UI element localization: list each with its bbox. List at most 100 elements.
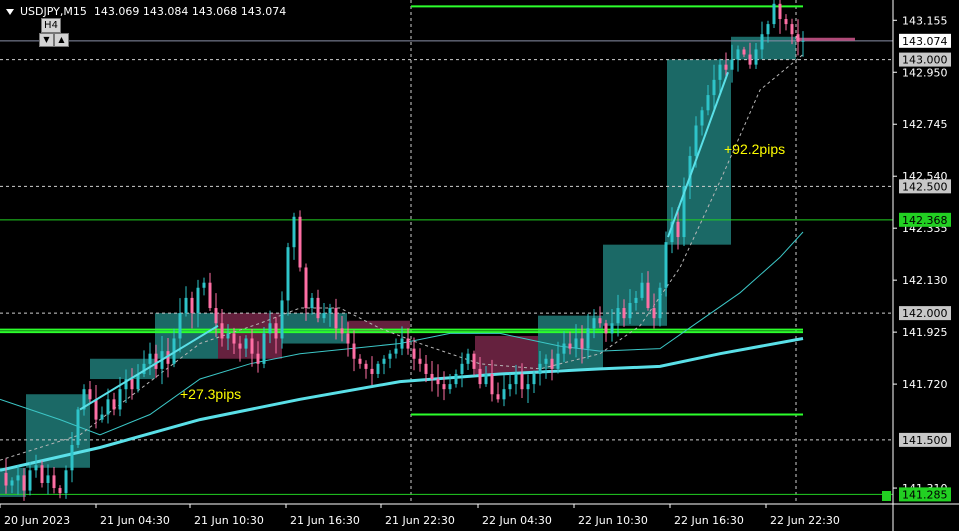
candle-body xyxy=(136,373,140,390)
candle-body xyxy=(310,297,314,309)
candle-body xyxy=(652,308,656,319)
candle-body xyxy=(214,308,218,324)
candle-body xyxy=(250,338,254,354)
candle-body xyxy=(676,221,680,238)
candle-body xyxy=(226,333,230,339)
candle-body xyxy=(382,358,386,364)
candle-body xyxy=(646,282,650,309)
candle-body xyxy=(592,318,596,329)
candle-body xyxy=(778,3,782,20)
candle-body xyxy=(640,282,644,298)
candle-body xyxy=(574,338,578,349)
candle-body xyxy=(154,353,158,369)
candle-body xyxy=(316,297,320,319)
candle-body xyxy=(430,373,434,380)
candle-body xyxy=(22,475,26,491)
candle-body xyxy=(538,363,542,374)
candle-body xyxy=(406,338,410,349)
time-tick-label: 22 Jun 04:30 xyxy=(482,514,552,527)
price-chart[interactable]: 143.155142.950142.745142.540142.335142.1… xyxy=(0,0,959,531)
candle-body xyxy=(700,110,704,126)
candle-body xyxy=(484,373,488,385)
candle-body xyxy=(634,297,638,303)
range-box-teal xyxy=(603,244,667,326)
candle-body xyxy=(718,64,722,80)
time-tick-label: 20 Jun 2023 xyxy=(4,514,70,527)
candle-body xyxy=(352,343,356,359)
candle-body xyxy=(334,308,338,329)
candle-body xyxy=(178,313,182,339)
candle-body xyxy=(508,384,512,390)
chart-background xyxy=(0,0,959,531)
candle-body xyxy=(292,216,296,248)
candle-body xyxy=(472,353,476,369)
candle-body xyxy=(766,24,770,35)
candle-body xyxy=(526,384,530,390)
candle-body xyxy=(118,389,122,410)
candle-body xyxy=(502,389,506,400)
level-label: 142.500 xyxy=(902,180,948,193)
time-tick-label: 21 Jun 10:30 xyxy=(194,514,264,527)
highlight-label: 141.285 xyxy=(902,488,948,501)
candle-body xyxy=(580,338,584,349)
candle-body xyxy=(76,409,80,445)
candle-body xyxy=(760,34,764,50)
candle-body xyxy=(190,297,194,314)
candle-body xyxy=(664,242,668,288)
candle-body xyxy=(88,389,92,400)
price-tick-label: 142.130 xyxy=(902,274,948,287)
candle-body xyxy=(52,475,56,489)
dropdown-triangle-icon[interactable] xyxy=(6,9,14,15)
current-price-label: 143.074 xyxy=(902,35,948,48)
candle-body xyxy=(100,414,104,420)
candle-body xyxy=(388,353,392,359)
candle-body xyxy=(286,247,290,301)
candle-body xyxy=(202,282,206,288)
level-marker-icon xyxy=(882,491,891,501)
candle-body xyxy=(112,399,116,410)
candle-body xyxy=(46,475,50,483)
candle-body xyxy=(514,373,518,385)
price-tick-label: 143.155 xyxy=(902,14,948,27)
symbol-label: USDJPY,M15 xyxy=(20,5,87,18)
candle-body xyxy=(460,363,464,374)
timeframe-switcher: H4 ▼ ▲ xyxy=(39,18,69,47)
highlight-label: 142.368 xyxy=(902,214,948,227)
candle-body xyxy=(424,363,428,374)
range-box-teal xyxy=(155,313,218,359)
candle-body xyxy=(304,267,308,309)
time-tick-label: 21 Jun 04:30 xyxy=(100,514,170,527)
candle-body xyxy=(454,373,458,385)
level-label: 141.500 xyxy=(902,434,948,447)
candle-body xyxy=(346,333,350,344)
candle-body xyxy=(448,384,452,390)
candle-body xyxy=(442,384,446,390)
candle-body xyxy=(598,318,602,324)
gain-annotation-2: +92.2pips xyxy=(724,141,785,157)
price-tick-label: 141.925 xyxy=(902,326,948,339)
time-tick-label: 21 Jun 22:30 xyxy=(385,514,455,527)
candle-body xyxy=(28,470,32,491)
candle-body xyxy=(328,308,332,314)
candle-body xyxy=(490,373,494,395)
candle-body xyxy=(478,368,482,385)
candle-body xyxy=(364,363,368,369)
candle-body xyxy=(436,379,440,385)
candle-body xyxy=(298,216,302,268)
timeframe-label: H4 xyxy=(41,18,61,33)
candle-body xyxy=(706,95,710,111)
price-tick-label: 142.950 xyxy=(902,66,948,79)
candle-body xyxy=(58,488,62,494)
candle-body xyxy=(568,343,572,349)
candle-body xyxy=(370,368,374,374)
candle-body xyxy=(796,34,800,42)
candle-body xyxy=(556,353,560,369)
triangle-down-icon[interactable]: ▼ xyxy=(39,33,54,47)
candle-body xyxy=(562,343,566,354)
triangle-up-icon[interactable]: ▲ xyxy=(54,33,69,47)
ohlc-values: 143.069 143.084 143.068 143.074 xyxy=(93,5,287,18)
candle-body xyxy=(208,282,212,309)
candle-body xyxy=(40,465,44,483)
candle-body xyxy=(412,348,416,359)
candle-body xyxy=(244,338,248,349)
